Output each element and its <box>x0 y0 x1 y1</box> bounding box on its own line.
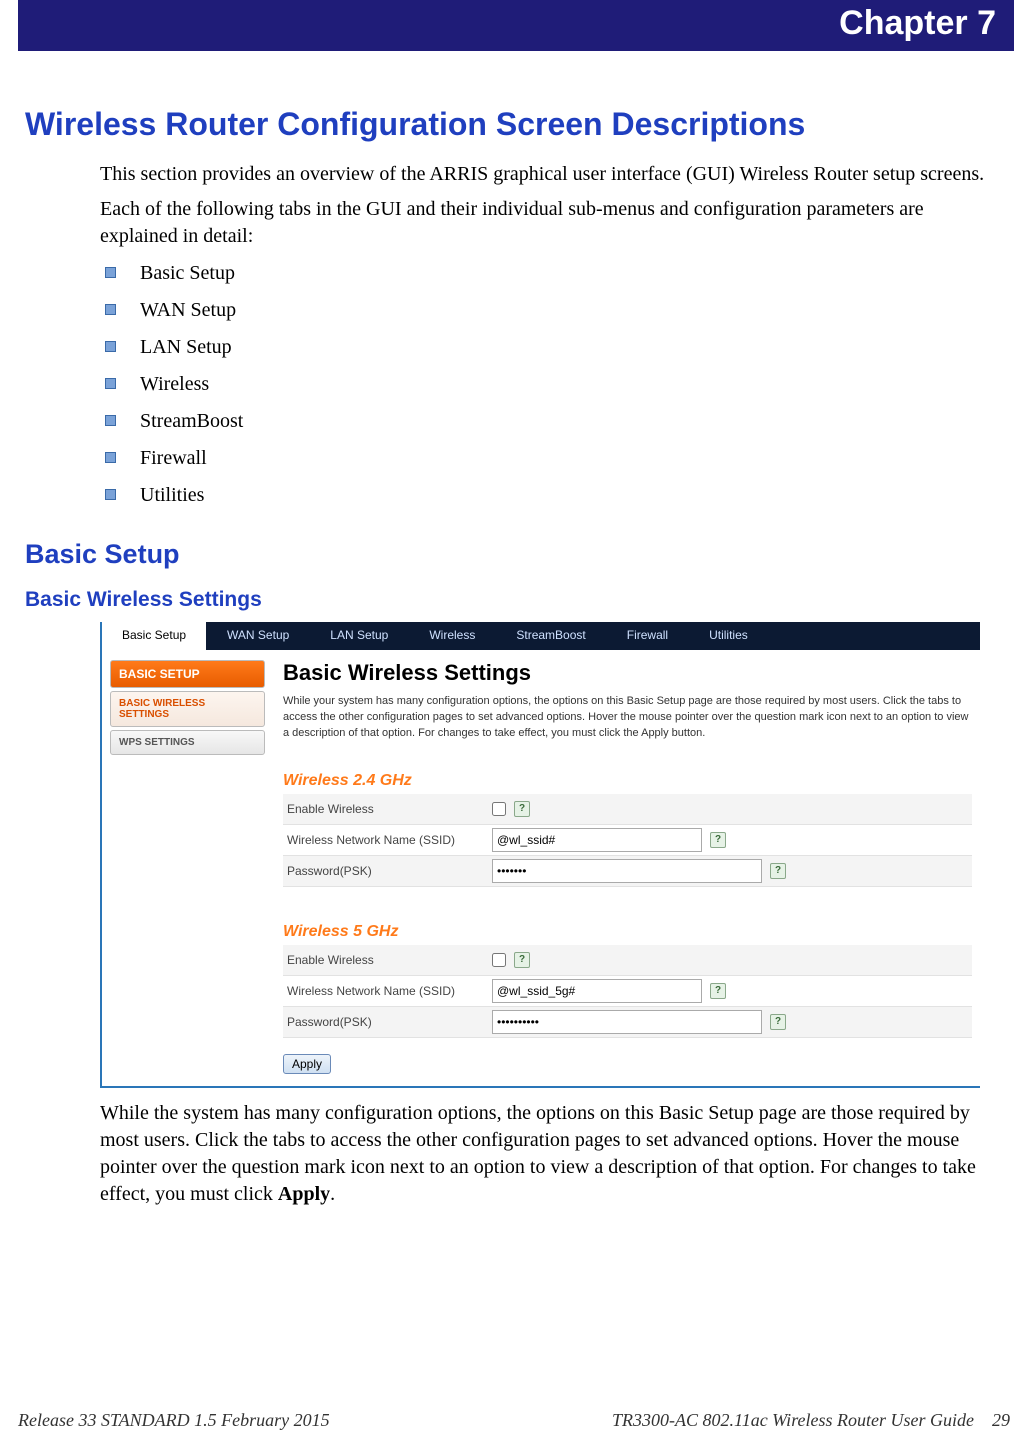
input-psk-5[interactable] <box>492 1010 762 1034</box>
label-ssid-5: Wireless Network Name (SSID) <box>283 984 492 998</box>
list-item: LAN Setup <box>100 334 997 361</box>
help-icon[interactable]: ? <box>710 983 726 999</box>
label-psk-24: Password(PSK) <box>283 864 492 878</box>
footer-left: Release 33 STANDARD 1.5 February 2015 <box>18 1410 330 1431</box>
subsection-heading-basic-wireless: Basic Wireless Settings <box>25 588 1032 612</box>
list-item: Wireless <box>100 371 997 398</box>
sidebar-item-wps-settings[interactable]: WPS SETTINGS <box>110 730 265 755</box>
intro-paragraph-2: Each of the following tabs in the GUI an… <box>100 196 997 250</box>
row-enable-wireless-24: Enable Wireless ? <box>283 794 972 825</box>
label-psk-5: Password(PSK) <box>283 1015 492 1029</box>
list-item: Firewall <box>100 445 997 472</box>
tab-basic-setup[interactable]: Basic Setup <box>102 622 207 650</box>
panel-description: While your system has many configuration… <box>283 694 972 742</box>
list-item: Utilities <box>100 482 997 509</box>
page-title: Wireless Router Configuration Screen Des… <box>25 106 1032 143</box>
row-ssid-5: Wireless Network Name (SSID) ? <box>283 976 972 1007</box>
tab-lan-setup[interactable]: LAN Setup <box>310 622 409 650</box>
closing-paragraph: While the system has many configuration … <box>100 1100 997 1208</box>
page-footer: Release 33 STANDARD 1.5 February 2015 TR… <box>18 1410 1010 1431</box>
group-title-24ghz: Wireless 2.4 GHz <box>283 772 972 790</box>
sidebar: BASIC SETUP BASIC WIRELESS SETTINGS WPS … <box>110 660 265 1074</box>
sidebar-item-basic-wireless-settings[interactable]: BASIC WIRELESS SETTINGS <box>110 691 265 727</box>
help-icon[interactable]: ? <box>514 952 530 968</box>
input-psk-24[interactable] <box>492 859 762 883</box>
help-icon[interactable]: ? <box>710 832 726 848</box>
row-ssid-24: Wireless Network Name (SSID) ? <box>283 825 972 856</box>
row-psk-5: Password(PSK) ? <box>283 1007 972 1038</box>
list-item: WAN Setup <box>100 297 997 324</box>
footer-right-title: TR3300-AC 802.11ac Wireless Router User … <box>612 1410 974 1431</box>
group-title-5ghz: Wireless 5 GHz <box>283 923 972 941</box>
tab-wireless[interactable]: Wireless <box>409 622 496 650</box>
checkbox-enable-wireless-24[interactable] <box>492 802 506 816</box>
help-icon[interactable]: ? <box>514 801 530 817</box>
top-nav: Basic Setup WAN Setup LAN Setup Wireless… <box>102 622 980 650</box>
closing-bold-apply: Apply <box>278 1183 330 1205</box>
tab-bullet-list: Basic Setup WAN Setup LAN Setup Wireless… <box>100 260 997 509</box>
chapter-banner: Chapter 7 <box>18 0 1014 51</box>
intro-paragraph-1: This section provides an overview of the… <box>100 161 997 188</box>
input-ssid-5[interactable] <box>492 979 702 1003</box>
label-enable-wireless-5: Enable Wireless <box>283 953 492 967</box>
row-enable-wireless-5: Enable Wireless ? <box>283 945 972 976</box>
row-psk-24: Password(PSK) ? <box>283 856 972 887</box>
sidebar-header-basic-setup[interactable]: BASIC SETUP <box>110 660 265 688</box>
router-gui-screenshot: Basic Setup WAN Setup LAN Setup Wireless… <box>100 622 980 1088</box>
section-heading-basic-setup: Basic Setup <box>25 539 1032 570</box>
closing-text: While the system has many configuration … <box>100 1102 976 1205</box>
tab-wan-setup[interactable]: WAN Setup <box>207 622 310 650</box>
input-ssid-24[interactable] <box>492 828 702 852</box>
help-icon[interactable]: ? <box>770 863 786 879</box>
tab-firewall[interactable]: Firewall <box>607 622 689 650</box>
closing-suffix: . <box>330 1183 335 1205</box>
list-item: Basic Setup <box>100 260 997 287</box>
apply-button[interactable]: Apply <box>283 1054 331 1074</box>
help-icon[interactable]: ? <box>770 1014 786 1030</box>
panel-title: Basic Wireless Settings <box>283 660 972 686</box>
label-enable-wireless-24: Enable Wireless <box>283 802 492 816</box>
footer-page-number: 29 <box>992 1410 1010 1431</box>
tab-utilities[interactable]: Utilities <box>689 622 769 650</box>
checkbox-enable-wireless-5[interactable] <box>492 953 506 967</box>
tab-streamboost[interactable]: StreamBoost <box>496 622 606 650</box>
label-ssid-24: Wireless Network Name (SSID) <box>283 833 492 847</box>
list-item: StreamBoost <box>100 408 997 435</box>
